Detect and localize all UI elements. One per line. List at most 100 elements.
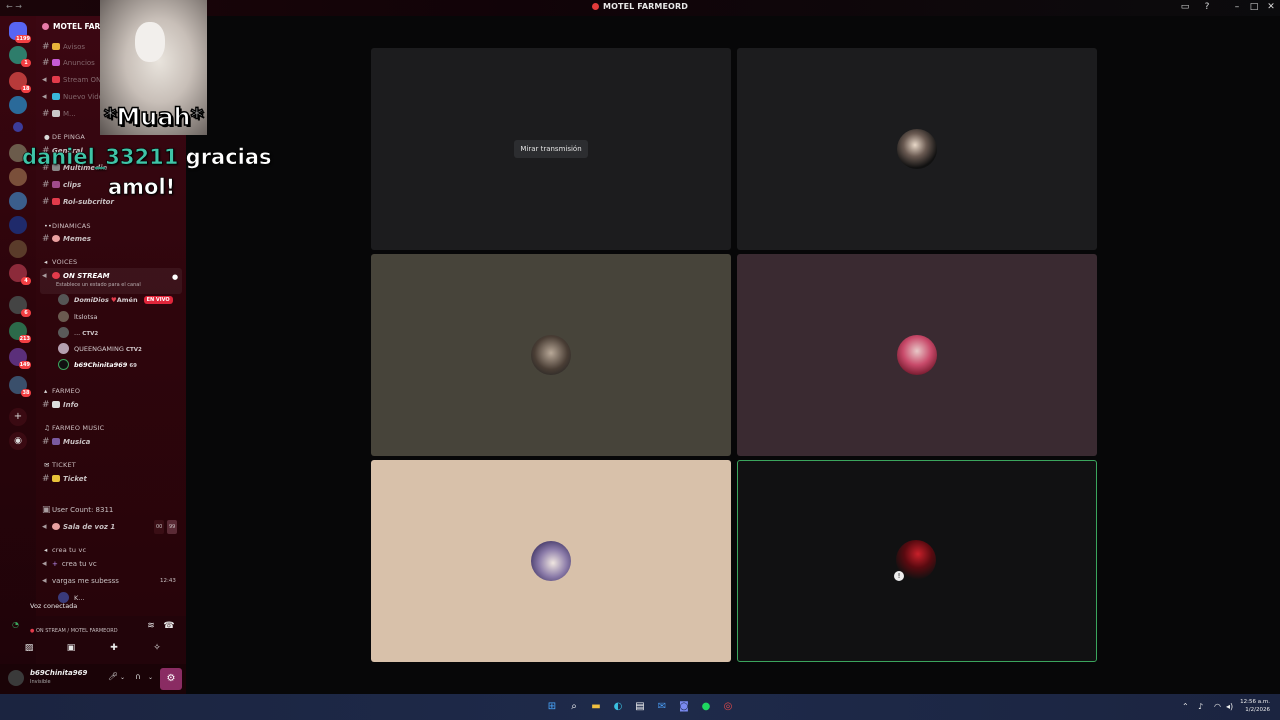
discover-icon[interactable]: ◉ xyxy=(9,432,27,450)
server-icon[interactable]: 4 xyxy=(9,264,31,285)
channel-user-count[interactable]: ▣User Count: 8311 xyxy=(42,503,182,517)
signal-icon[interactable]: ◔ xyxy=(12,620,19,629)
server-icon[interactable]: 149 xyxy=(9,348,31,369)
video-tile[interactable] xyxy=(371,254,731,456)
user-status: Invisible xyxy=(30,679,51,685)
hash-icon: # xyxy=(42,437,50,447)
disconnect-icon[interactable]: ☎ xyxy=(162,620,176,632)
category-de-pinga[interactable]: ● DE PINGA xyxy=(44,133,85,141)
channel-musica[interactable]: # Musica xyxy=(42,435,182,449)
edge-icon[interactable]: ◐ xyxy=(611,700,625,714)
hash-icon: # xyxy=(42,474,50,484)
avatar xyxy=(58,311,69,322)
activities-icon[interactable]: ✚ xyxy=(107,642,121,654)
category-farmeo[interactable]: ▴ FARMEO xyxy=(44,387,80,395)
channel-info[interactable]: # Info xyxy=(42,398,182,412)
microphone-icon[interactable]: ♪ xyxy=(1198,702,1203,711)
server-icon[interactable]: 18 xyxy=(9,72,31,93)
channel-on-stream[interactable]: ◂ ON STREAM xyxy=(42,269,182,283)
voice-member[interactable]: b69Chinita969 69 xyxy=(58,358,137,372)
avatar xyxy=(58,294,69,305)
volume-icon[interactable]: ◂) xyxy=(1226,702,1233,711)
screen-share-icon[interactable]: ▭ xyxy=(1178,2,1192,13)
watch-stream-button[interactable]: Mirar transmisión xyxy=(514,140,588,158)
avatar xyxy=(531,541,571,581)
discord-icon[interactable]: ◙ xyxy=(677,700,691,714)
server-icon[interactable] xyxy=(9,96,27,114)
category-icon: •• xyxy=(44,222,53,230)
store-icon[interactable]: ▤ xyxy=(633,700,647,714)
dot-icon: ● xyxy=(30,628,35,634)
channel-crea-tu-vc[interactable]: ◂ + crea tu vc xyxy=(42,557,182,571)
video-tile-speaking[interactable]: ! xyxy=(737,460,1097,662)
wifi-icon[interactable]: ◠ xyxy=(1214,702,1221,711)
mail-icon[interactable]: ✉ xyxy=(655,700,669,714)
server-icon[interactable] xyxy=(9,192,27,210)
folder-icon[interactable] xyxy=(13,122,23,132)
close-button[interactable]: ✕ xyxy=(1264,2,1278,13)
add-server-icon[interactable]: + xyxy=(9,408,27,426)
help-icon[interactable]: ? xyxy=(1200,2,1214,13)
category-ticket[interactable]: ✉ TICKET xyxy=(44,461,76,469)
search-icon[interactable]: ⌕ xyxy=(567,700,581,714)
speaker-icon: ◂ xyxy=(42,559,47,569)
channel-ticket[interactable]: # Ticket xyxy=(42,472,182,486)
category-icon: ● xyxy=(44,133,50,141)
video-tile[interactable] xyxy=(737,254,1097,456)
speaker-icon: ◂ xyxy=(42,92,47,102)
voice-member[interactable]: QUEENGAMING CTV2 xyxy=(58,342,142,356)
voice-channel-link[interactable]: ● ON STREAM / MOTEL FARMEORD xyxy=(30,628,118,634)
video-tile[interactable] xyxy=(737,48,1097,250)
category-voices[interactable]: ◂ VOICES xyxy=(44,258,77,266)
channel-memes[interactable]: # Memes xyxy=(42,232,182,246)
voice-member[interactable]: ... CTV2 xyxy=(58,326,98,340)
speaker-icon: ◂ xyxy=(42,75,47,85)
server-icon[interactable]: 1 xyxy=(9,46,31,67)
voice-status: Voz conectada xyxy=(30,602,78,610)
voice-member[interactable]: ltslotsa xyxy=(58,310,97,324)
chat-bubble-icon[interactable]: ● xyxy=(172,273,178,281)
noise-suppression-icon[interactable]: ≋ xyxy=(144,620,158,632)
video-tile[interactable] xyxy=(371,460,731,662)
app-icon[interactable]: ◎ xyxy=(721,700,735,714)
channel-status-hint[interactable]: Establece un estado para el canal xyxy=(56,282,141,288)
category-farmeo-music[interactable]: ♫ FARMEO MUSIC xyxy=(44,424,104,432)
voice-member[interactable]: DomiDios ♥Amén EN VIVO xyxy=(58,293,173,307)
discord-home-icon[interactable]: 1199 xyxy=(9,22,31,43)
channel-vargas[interactable]: ◂ vargas me subesss 12:43 xyxy=(42,574,182,588)
microphone-icon[interactable]: 🎤︎ xyxy=(108,672,118,681)
channel-sala-de-voz[interactable]: ◂ Sala de voz 1 00 99 xyxy=(42,520,182,534)
file-explorer-icon[interactable]: ▬ xyxy=(589,700,603,714)
avatar[interactable] xyxy=(8,670,24,686)
server-icon[interactable]: 213 xyxy=(9,322,31,343)
server-icon[interactable] xyxy=(9,168,27,186)
spotify-icon[interactable]: ● xyxy=(699,700,713,714)
server-logo-icon xyxy=(592,3,600,10)
cat-face xyxy=(135,22,165,62)
alert-message-line1: daniel_33211 gracias xyxy=(22,145,272,170)
system-clock[interactable]: 12:56 a.m. 1/2/2026 xyxy=(1240,698,1270,714)
camera-off-icon[interactable]: ▨ xyxy=(22,642,36,654)
maximize-button[interactable]: □ xyxy=(1247,2,1261,13)
server-icon[interactable]: 6 xyxy=(9,296,31,317)
speaker-icon: ◂ xyxy=(44,258,48,266)
server-icon[interactable] xyxy=(9,240,27,258)
category-dinamicas[interactable]: ••DINAMICAS xyxy=(44,222,91,230)
chevron-down-icon[interactable]: ⌄ xyxy=(148,674,153,681)
windows-start-icon[interactable]: ⊞ xyxy=(545,700,559,714)
server-icon[interactable] xyxy=(9,216,27,234)
username[interactable]: b69Chinita969 xyxy=(30,669,87,677)
server-icon[interactable]: 38 xyxy=(9,376,31,397)
soundboard-icon[interactable]: ✧ xyxy=(150,642,164,654)
minimize-button[interactable]: – xyxy=(1230,2,1244,13)
settings-gear-icon[interactable]: ⚙ xyxy=(160,668,182,690)
tray-chevron-icon[interactable]: ⌃ xyxy=(1182,702,1189,711)
lock-icon: ▣ xyxy=(42,505,51,515)
headphones-icon[interactable]: ∩ xyxy=(135,672,141,681)
chevron-down-icon[interactable]: ⌄ xyxy=(120,674,125,681)
headphones-icon: ♫ xyxy=(44,424,51,432)
screen-share-icon[interactable]: ▣ xyxy=(64,642,78,654)
hash-icon: # xyxy=(42,58,50,68)
alert-caption: *Muah* xyxy=(103,102,204,132)
category-crea-tu-vc[interactable]: ◂ crea tu vc xyxy=(44,546,86,554)
